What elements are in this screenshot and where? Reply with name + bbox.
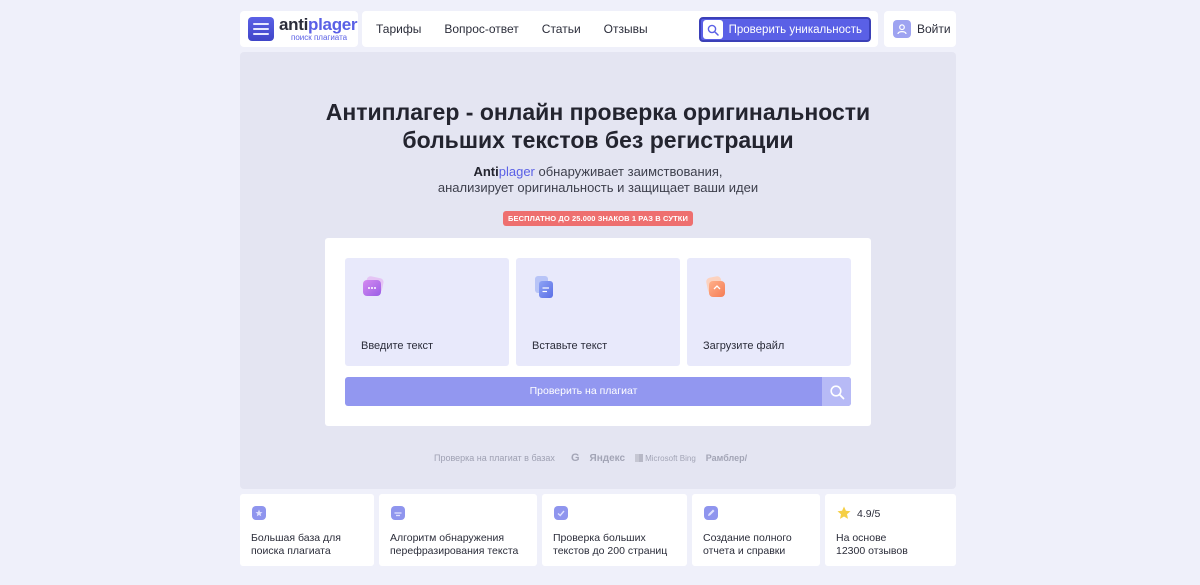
feature-card-algorithm: Алгоритм обнаружения перефразирования тек… — [379, 494, 537, 566]
chat-icon — [363, 276, 384, 296]
feature-text: Алгоритм обнаружения перефразирования тек… — [390, 532, 519, 557]
feature-card-database: Большая база для поиска плагиата — [240, 494, 374, 566]
page-title-line-1: Антиплагер - онлайн проверка оригинально… — [325, 99, 871, 125]
nav-link-faq[interactable]: Вопрос-ответ — [444, 22, 518, 36]
engines-label: Проверка на плагиат в базах — [434, 453, 555, 463]
feature-text: Создание полного отчета и справки — [703, 532, 792, 557]
feature-text: Большая база для поиска плагиата — [251, 532, 341, 557]
search-icon — [702, 20, 723, 39]
subtitle-line-1: обнаруживает заимствования, — [534, 164, 723, 179]
subtitle-brand-plager: plager — [498, 164, 535, 179]
check-plagiarism-button[interactable]: Проверить на плагиат — [345, 377, 851, 406]
option-enter-text-label: Введите текст — [361, 340, 434, 352]
check-uniqueness-button[interactable]: Проверить уникальность — [698, 17, 871, 42]
main-nav: Тарифы Вопрос-ответ Статьи Отзывы Провер… — [362, 11, 878, 47]
logo-text-plager: plager — [308, 15, 358, 34]
hero-subtitle: Antiplager обнаруживает заимствования, а… — [240, 164, 956, 196]
feature-card-rating: 4.9/5 На основе 12300 отзывов — [825, 494, 956, 566]
option-upload-file[interactable]: Загрузите файл — [687, 258, 851, 366]
feature-card-pages: Проверка больших текстов до 200 страниц — [542, 494, 687, 566]
search-engines-row: Проверка на плагиат в базах G Яндекс Mic… — [434, 452, 747, 464]
logo[interactable]: antiplager поиск плагиата — [240, 11, 358, 47]
feature-text: Проверка больших текстов до 200 страниц — [553, 532, 668, 557]
database-icon — [252, 506, 266, 520]
pages-icon — [554, 506, 568, 520]
logo-text-anti: anti — [279, 15, 309, 34]
page-title: Антиплагер - онлайн проверка оригинально… — [240, 98, 956, 154]
check-uniqueness-label: Проверить уникальность — [728, 23, 862, 36]
search-icon — [822, 377, 851, 406]
paste-document-icon — [535, 276, 553, 298]
star-icon — [837, 506, 851, 519]
option-enter-text[interactable]: Введите текст — [345, 258, 509, 366]
nav-link-tariffs[interactable]: Тарифы — [376, 22, 421, 36]
login-label: Войти — [917, 22, 951, 36]
page-title-line-2: больших текстов без регистрации — [402, 127, 794, 153]
rating-value: 4.9/5 — [857, 508, 881, 520]
option-paste-text[interactable]: Вставьте текст — [516, 258, 680, 366]
option-upload-file-label: Загрузите файл — [703, 340, 785, 352]
algorithm-icon — [391, 506, 405, 520]
logo-icon — [248, 17, 274, 41]
option-paste-text-label: Вставьте текст — [532, 340, 608, 352]
check-card: Введите текст Вставьте текст Загрузите ф… — [325, 238, 871, 426]
feature-card-report: Создание полного отчета и справки — [692, 494, 820, 566]
yandex-logo: Яндекс — [589, 452, 626, 464]
user-icon — [893, 20, 911, 38]
feature-text: На основе 12300 отзывов — [836, 532, 908, 557]
bing-logo: Microsoft Bing — [635, 454, 696, 463]
hero-section: Антиплагер - онлайн проверка оригинально… — [240, 52, 956, 489]
nav-link-reviews[interactable]: Отзывы — [604, 22, 648, 36]
check-plagiarism-label: Проверить на плагиат — [529, 385, 638, 397]
free-limit-badge: БЕСПЛАТНО ДО 25.000 ЗНАКОВ 1 РАЗ В СУТКИ — [503, 211, 693, 226]
subtitle-line-2: анализирует оригинальность и защищает ва… — [437, 180, 759, 195]
login-button[interactable]: Войти — [884, 11, 956, 47]
google-logo: G — [570, 452, 580, 464]
logo-subtitle: поиск плагиата — [291, 33, 348, 42]
subtitle-brand-anti: Anti — [473, 164, 499, 179]
rambler-logo: Рамблер/ — [705, 453, 748, 463]
report-icon — [704, 506, 718, 520]
bing-logo-text: Microsoft Bing — [645, 453, 696, 463]
upload-file-icon — [706, 276, 725, 297]
nav-link-articles[interactable]: Статьи — [542, 22, 581, 36]
